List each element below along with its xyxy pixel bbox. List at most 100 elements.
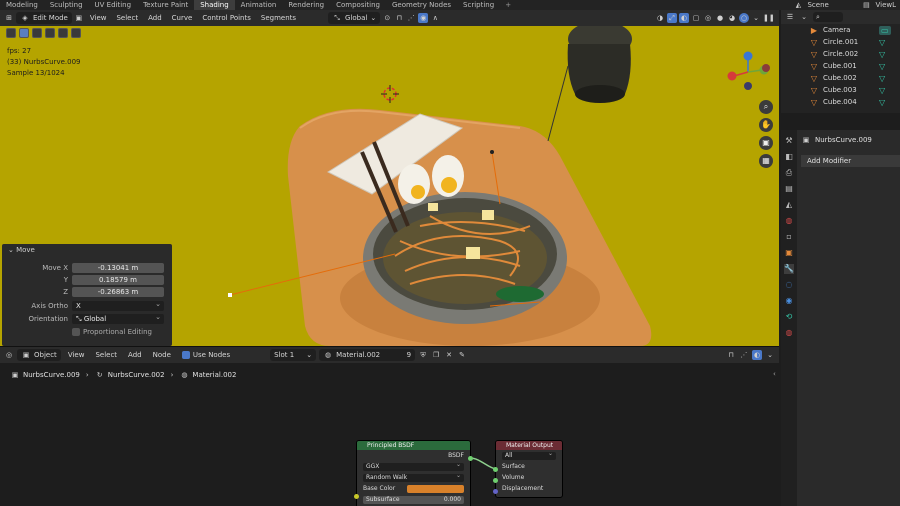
tool-select-box[interactable] [19,28,29,38]
distribution-select[interactable]: GGX [363,461,464,471]
modifier-tab-icon[interactable]: 🔧 [784,264,794,274]
workspace-tab-compositing[interactable]: Compositing [330,0,386,10]
chevron-down-icon[interactable]: ⌄ [799,12,809,22]
use-nodes-toggle[interactable]: Use Nodes [178,349,234,361]
unlink-icon[interactable]: ✕ [444,350,454,360]
workspace-tab-scripting[interactable]: Scripting [457,0,500,10]
proportional-editing-checkbox[interactable]: Proportional Editing [72,328,152,336]
outliner-item-cube-003[interactable]: ▽ Cube.003 ▽ [781,84,900,96]
menu-select[interactable]: Select [112,12,142,24]
shading-options-icon[interactable]: ⌄ [751,13,761,23]
pin-icon[interactable]: ✎ [457,350,467,360]
tool-select-subtract[interactable] [45,28,55,38]
falloff-icon[interactable]: ∧ [430,13,440,23]
material-shading-icon[interactable]: ◕ [727,13,737,23]
bsdf-output-socket[interactable] [468,456,473,461]
workspace-tab-sculpting[interactable]: Sculpting [44,0,89,10]
move-z-field[interactable]: -0.26863 m [72,287,164,297]
pivot-icon[interactable]: ⊙ [382,13,392,23]
view-layer-name[interactable]: ViewL [875,1,896,9]
tool-select-invert[interactable] [71,28,81,38]
workspace-tab-texture-paint[interactable]: Texture Paint [137,0,194,10]
overlay-icon[interactable]: ◐ [679,13,689,23]
breadcrumb-item[interactable]: ▣ NurbsCurve.009 [10,370,80,380]
pan-hand-icon[interactable]: ✋ [759,118,773,132]
outliner-item-cube-002[interactable]: ▽ Cube.002 ▽ [781,72,900,84]
outliner-item-circle-002[interactable]: ▽ Circle.002 ▽ [781,48,900,60]
add-modifier-button[interactable]: Add Modifier [801,155,900,167]
scene-name[interactable]: Scene [807,1,857,9]
output-tab-icon[interactable]: ⎙ [784,168,794,178]
node-editor-canvas[interactable]: Principled BSDF BSDF GGX Random Walk Bas… [0,364,779,506]
material-selector[interactable]: ◍ Material.002 9 [319,349,416,361]
workspace-tab-animation[interactable]: Animation [235,0,283,10]
tool-select-extend[interactable] [32,28,42,38]
zoom-icon[interactable]: ⌕ [759,100,773,114]
principled-bsdf-node[interactable]: Principled BSDF BSDF GGX Random Walk Bas… [356,440,471,506]
workspace-tab-uv-editing[interactable]: UV Editing [89,0,138,10]
tool-cursor[interactable] [6,28,16,38]
node-menu-add[interactable]: Add [124,349,146,361]
world-tab-icon[interactable]: ◍ [784,216,794,226]
view-layer-tab-icon[interactable]: ▤ [784,184,794,194]
move-x-field[interactable]: -0.13041 m [72,263,164,273]
rendered-shading-icon[interactable]: ○ [739,13,749,23]
particles-tab-icon[interactable]: ◌ [784,280,794,290]
menu-curve[interactable]: Curve [168,12,197,24]
snap-target-icon[interactable]: ⋰ [406,13,416,23]
snap-mode-icon[interactable]: ⋰ [739,350,749,360]
visibility-icon[interactable]: ◑ [655,13,665,23]
node-menu-node[interactable]: Node [149,349,175,361]
overlay-options-icon[interactable]: ⌄ [765,350,775,360]
add-workspace-icon[interactable]: + [500,1,516,9]
workspace-tab-modeling[interactable]: Modeling [0,0,44,10]
camera-view-icon[interactable]: ▣ [759,136,773,150]
axis-ortho-select[interactable]: X [72,299,164,311]
mode-selector[interactable]: ◈ Edit Mode [16,12,72,24]
volume-socket[interactable] [493,478,498,483]
node-menu-select[interactable]: Select [91,349,121,361]
outliner-editor-icon[interactable]: ☰ [785,12,795,22]
fake-user-icon[interactable]: ⛨ [418,350,428,360]
breadcrumb-item[interactable]: ↻ NurbsCurve.002 [95,370,165,380]
orientation-select[interactable]: ⤡ Global [72,312,164,324]
snap-icon[interactable]: ⊓ [726,350,736,360]
outliner-item-circle-001[interactable]: ▽ Circle.001 ▽ [781,36,900,48]
material-tab-icon[interactable]: ◍ [784,328,794,338]
outliner-item-camera[interactable]: ▶ Camera ▭ [781,24,900,36]
menu-view[interactable]: View [86,12,111,24]
gizmo-icon[interactable]: ⤢ [667,13,677,23]
editor-type-icon[interactable]: ◎ [4,350,14,360]
move-y-field[interactable]: 0.18579 m [72,275,164,285]
collection-tab-icon[interactable]: ▫ [784,232,794,242]
solid-shading-icon[interactable]: ● [715,13,725,23]
menu-segments[interactable]: Segments [257,12,300,24]
surface-socket[interactable] [493,467,498,472]
editor-type-icon[interactable]: ⊞ [4,13,14,23]
displacement-socket[interactable] [493,489,498,494]
outliner-item-cube-004[interactable]: ▽ Cube.004 ▽ [781,96,900,108]
outliner-search-input[interactable]: ⌕ [813,12,843,22]
snap-icon[interactable]: ⊓ [394,13,404,23]
breadcrumb-item[interactable]: ◍ Material.002 [179,370,236,380]
xray-icon[interactable]: ▢ [691,13,701,23]
subsurface-field[interactable]: Subsurface 0.000 [363,495,464,504]
select-mode-icon[interactable]: ▣ [74,13,84,23]
target-select[interactable]: All [502,450,556,460]
workspace-tab-shading[interactable]: Shading [194,0,235,10]
tool-tab-icon[interactable]: ⚒ [784,136,794,146]
slot-selector[interactable]: Slot 1 ⌄ [270,349,317,361]
proportional-edit-icon[interactable]: ◉ [418,13,429,23]
menu-add[interactable]: Add [144,12,166,24]
base-color-socket[interactable] [354,494,359,499]
base-color-swatch[interactable] [407,484,464,493]
tool-select-intersect[interactable] [58,28,68,38]
sidebar-toggle-icon[interactable]: ‹ [773,370,776,378]
wireframe-shading-icon[interactable]: ◎ [703,13,713,23]
workspace-tab-rendering[interactable]: Rendering [282,0,330,10]
pause-render-icon[interactable]: ❚❚ [763,13,775,23]
node-menu-view[interactable]: View [64,349,89,361]
overlay-icon[interactable]: ◐ [752,350,762,360]
render-tab-icon[interactable]: ◧ [784,152,794,162]
scene-tab-icon[interactable]: ◭ [784,200,794,210]
